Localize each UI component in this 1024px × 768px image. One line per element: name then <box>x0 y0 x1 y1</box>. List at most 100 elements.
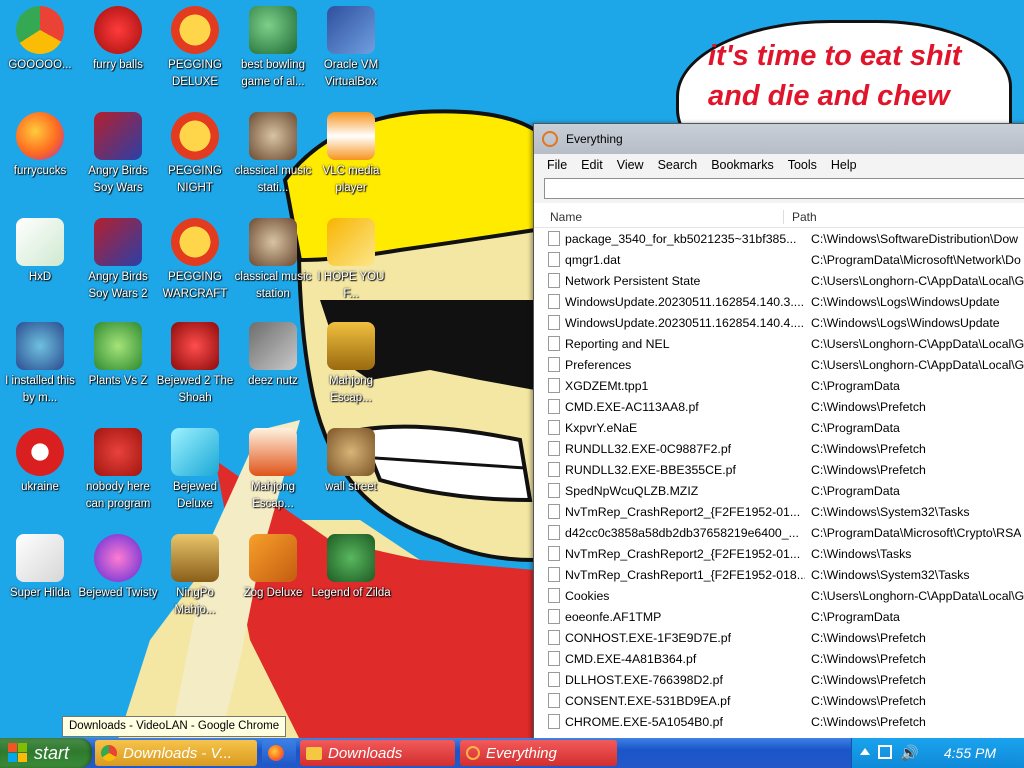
result-row[interactable]: CONHOST.EXE-1F3E9D7E.pf C:\Windows\Prefet… <box>534 627 1024 648</box>
result-row[interactable]: CONSENT.EXE-531BD9EA.pf C:\Windows\Prefet… <box>534 690 1024 711</box>
desktop-icon[interactable]: best bowling game of al... <box>233 6 313 91</box>
result-path: C:\Windows\Prefetch <box>811 630 926 645</box>
desktop-icon[interactable]: Mahjong Escap... <box>233 428 313 513</box>
result-row[interactable]: RUNDLL32.EXE-0C9887F2.pf C:\Windows\Prefe… <box>534 438 1024 459</box>
file-icon <box>548 273 560 288</box>
menu-edit[interactable]: Edit <box>574 158 610 172</box>
everything-window[interactable]: Everything File Edit View Search Bookmar… <box>533 123 1024 742</box>
search-input[interactable] <box>544 178 1024 199</box>
result-row[interactable]: NvTmRep_CrashReport2_{F2FE1952-01... C:\W… <box>534 501 1024 522</box>
file-icon <box>548 714 560 729</box>
result-row[interactable]: Network Persistent State C:\Users\Longhor… <box>534 270 1024 291</box>
result-name: CMD.EXE-AC113AA8.pf <box>565 399 699 414</box>
network-icon[interactable] <box>878 745 892 759</box>
desktop-icon[interactable]: nobody here can program <box>78 428 158 513</box>
clock[interactable]: 4:55 PM <box>944 745 996 761</box>
desktop-icon[interactable]: Bejewed Deluxe <box>155 428 235 513</box>
result-path: C:\Users\Longhorn-C\AppData\Local\Go <box>811 588 1024 603</box>
menu-help[interactable]: Help <box>824 158 864 172</box>
desktop-icon[interactable]: Angry Birds Soy Wars <box>78 112 158 197</box>
taskbar-item-firefox[interactable] <box>262 740 296 766</box>
desktop-icon[interactable]: furrycucks <box>0 112 80 180</box>
portrait-icon <box>249 112 297 160</box>
result-row[interactable]: SpedNpWcuQLZB.MZIZ C:\ProgramData <box>534 480 1024 501</box>
start-button[interactable]: start <box>0 738 92 768</box>
desktop-icon[interactable]: Oracle VM VirtualBox <box>311 6 391 91</box>
result-name: NvTmRep_CrashReport2_{F2FE1952-01... <box>565 546 801 561</box>
desktop-icon[interactable]: PEGGING NIGHT <box>155 112 235 197</box>
result-row[interactable]: RUNDLL32.EXE-BBE355CE.pf C:\Windows\Prefe… <box>534 459 1024 480</box>
desktop-icon[interactable]: classical music stati... <box>233 112 313 197</box>
result-row[interactable]: CHROME.EXE-5A1054B0.pf C:\Windows\Prefetc… <box>534 711 1024 732</box>
money-bag-icon <box>327 428 375 476</box>
menu-view[interactable]: View <box>610 158 651 172</box>
bejeweled-2-icon <box>171 322 219 370</box>
desktop-icon-label: furrycucks <box>13 165 67 177</box>
desktop-icon[interactable]: Mahjong Escap... <box>311 322 391 407</box>
desktop-icon[interactable]: VLC media player <box>311 112 391 197</box>
desktop-icon[interactable]: ukraine <box>0 428 80 496</box>
volume-icon[interactable]: 🔊 <box>900 744 919 762</box>
desktop-icon-label: Super Hilda <box>9 587 71 599</box>
desktop-icon[interactable]: Super Hilda <box>0 534 80 602</box>
desktop-icon[interactable]: I installed this by m... <box>0 322 80 407</box>
angry-birds-icon <box>94 112 142 160</box>
result-row[interactable]: d42cc0c3858a58db2db37658219e6400_... C:\P… <box>534 522 1024 543</box>
desktop-icon[interactable]: Plants Vs Z <box>78 322 158 390</box>
menu-file[interactable]: File <box>540 158 574 172</box>
taskbar-item-label: Everything <box>486 744 557 762</box>
result-row[interactable]: WindowsUpdate.20230511.162854.140.3.... C… <box>534 291 1024 312</box>
desktop-icon[interactable]: HxD <box>0 218 80 286</box>
desktop-icon[interactable]: Legend of Zilda <box>311 534 391 602</box>
desktop-icon[interactable]: wall street <box>311 428 391 496</box>
desktop-icon[interactable]: Bejewed Twisty <box>78 534 158 602</box>
file-icon <box>548 378 560 393</box>
result-row[interactable]: CMD.EXE-AC113AA8.pf C:\Windows\Prefetch <box>534 396 1024 417</box>
desktop-icon[interactable]: Bejewed 2 The Shoah <box>155 322 235 407</box>
desktop-icon[interactable]: I HOPE YOU F... <box>311 218 391 303</box>
everything-title-bar[interactable]: Everything <box>534 124 1024 154</box>
result-row[interactable]: Reporting and NEL C:\Users\Longhorn-C\App… <box>534 333 1024 354</box>
result-row[interactable]: Preferences C:\Users\Longhorn-C\AppData\L… <box>534 354 1024 375</box>
result-row[interactable]: CMD.EXE-4A81B364.pf C:\Windows\Prefetch <box>534 648 1024 669</box>
result-path: C:\ProgramData <box>811 420 900 435</box>
desktop-icon[interactable]: Angry Birds Soy Wars 2 <box>78 218 158 303</box>
desktop-icon[interactable]: Zog Deluxe <box>233 534 313 602</box>
desktop-icon[interactable]: PEGGING WARCRAFT <box>155 218 235 303</box>
column-header-name[interactable]: Name <box>534 210 784 224</box>
file-icon <box>548 357 560 372</box>
desktop-icon[interactable]: GOOOOO... <box>0 6 80 74</box>
desktop-icon[interactable]: PEGGING DELUXE <box>155 6 235 91</box>
result-row[interactable]: package_3540_for_kb5021235~31bf385... C:\… <box>534 228 1024 249</box>
result-row[interactable]: NvTmRep_CrashReport2_{F2FE1952-01... C:\W… <box>534 543 1024 564</box>
menu-bookmarks[interactable]: Bookmarks <box>704 158 781 172</box>
desktop-icon-label: HxD <box>28 271 52 283</box>
desktop-icon[interactable]: deez nutz <box>233 322 313 390</box>
tray-up-arrow-icon[interactable] <box>860 748 870 755</box>
result-name: XGDZEMt.tpp1 <box>565 378 649 393</box>
desktop-icon-label: Bejewed Twisty <box>78 587 158 599</box>
chrome-icon <box>16 6 64 54</box>
desktop-icon[interactable]: NingPo Mahjo... <box>155 534 235 619</box>
result-row[interactable]: eoeonfe.AF1TMP C:\ProgramData <box>534 606 1024 627</box>
menu-tools[interactable]: Tools <box>781 158 824 172</box>
result-row[interactable]: XGDZEMt.tpp1 C:\ProgramData <box>534 375 1024 396</box>
result-row[interactable]: NvTmRep_CrashReport1_{F2FE1952-018... C:\… <box>534 564 1024 585</box>
menu-search[interactable]: Search <box>651 158 705 172</box>
result-name: Preferences <box>565 357 632 372</box>
result-row[interactable]: Cookies C:\Users\Longhorn-C\AppData\Local… <box>534 585 1024 606</box>
desktop-icon[interactable]: furry balls <box>78 6 158 74</box>
everything-search-icon <box>466 746 480 760</box>
result-name: CMD.EXE-4A81B364.pf <box>565 651 697 666</box>
result-row[interactable]: WindowsUpdate.20230511.162854.140.4.... C… <box>534 312 1024 333</box>
desktop-icon-label: classical music stati... <box>234 165 312 194</box>
result-row[interactable]: KxpvrY.eNaE C:\ProgramData <box>534 417 1024 438</box>
taskbar-item-everything[interactable]: Everything <box>460 740 617 766</box>
devcpp-icon <box>94 428 142 476</box>
taskbar-item-chrome-downloads[interactable]: Downloads - V... <box>95 740 257 766</box>
desktop-icon[interactable]: classical music station <box>233 218 313 303</box>
result-row[interactable]: qmgr1.dat C:\ProgramData\Microsoft\Networ… <box>534 249 1024 270</box>
taskbar-item-downloads-folder[interactable]: Downloads <box>300 740 455 766</box>
column-header-path[interactable]: Path <box>784 210 817 224</box>
result-path: C:\Windows\System32\Tasks <box>811 567 970 582</box>
